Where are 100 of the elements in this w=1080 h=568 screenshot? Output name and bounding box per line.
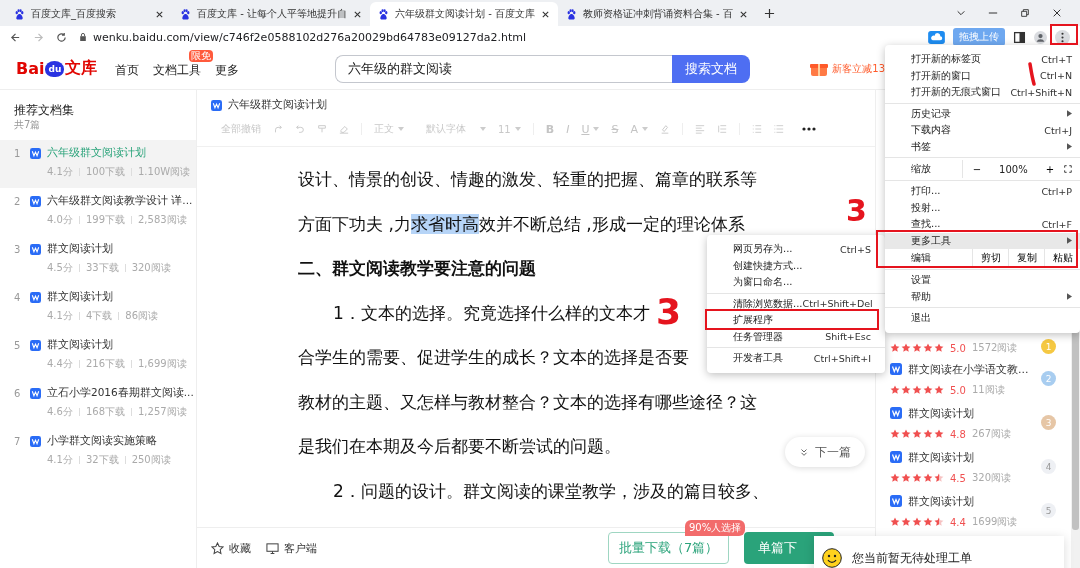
new-tab-icon[interactable]	[763, 8, 775, 19]
paragraph-line: 教材的主题、又怎样与教材整合？文本的选择有哪些途径？这	[298, 391, 757, 412]
document-list-item[interactable]: 2 六年级群文阅读教学设计 详... 4.0分 199下载 2,583阅读	[0, 188, 196, 236]
restore-icon[interactable]	[1020, 8, 1030, 18]
document-list-item[interactable]: 5 群文阅读计划 4.4分 216下载 1,699阅读	[0, 332, 196, 380]
browser-tab[interactable]: 百度文库_百度搜索	[6, 2, 172, 26]
star-icon	[923, 385, 933, 395]
menu-item[interactable]: 帮助	[885, 288, 1080, 305]
related-document-link[interactable]: 群文阅读计划	[908, 449, 974, 465]
rank-badge: 4	[1041, 459, 1056, 474]
nav-link[interactable]: 更多	[215, 62, 240, 77]
document-icon	[890, 495, 902, 507]
submenu-arrow-icon	[1067, 143, 1072, 151]
close-icon[interactable]	[540, 9, 550, 19]
smiley-icon	[822, 548, 842, 568]
star-icon	[923, 473, 933, 483]
star-icon	[912, 385, 922, 395]
search-field[interactable]: 六年级的群文阅读	[335, 54, 673, 83]
menu-item[interactable]: 投射...	[885, 199, 1080, 216]
menu-item[interactable]: 下载内容 Ctrl+J	[885, 122, 1080, 139]
rank-badge: 3	[1041, 415, 1056, 430]
close-icon[interactable]	[738, 9, 748, 19]
back-arrow-icon[interactable]	[10, 31, 21, 43]
star-icon	[890, 385, 900, 395]
menu-item[interactable]: 查找... Ctrl+F	[885, 216, 1080, 233]
address-field[interactable]: wenku.baidu.com/view/c746f2e0588102d276a20029bd64783e09127da2.html	[79, 27, 899, 47]
related-document-link[interactable]: 群文阅读计划	[908, 493, 974, 509]
document-list-item[interactable]: 6 立石小学2016春期群文阅读... 4.6分 168下载 1,257阅读	[0, 380, 196, 428]
profile-icon[interactable]	[1034, 30, 1047, 44]
document-list-item[interactable]: 4 群文阅读计划 4.1分 4下载 86阅读	[0, 284, 196, 332]
favorite-link[interactable]: 收藏	[229, 540, 251, 556]
close-icon[interactable]	[155, 9, 164, 19]
paw-icon	[565, 8, 577, 20]
menu-item[interactable]: 为窗口命名...	[707, 274, 885, 291]
menu-item[interactable]: 创建快捷方式...	[707, 257, 885, 274]
read-count: 320阅读	[971, 471, 1011, 485]
chevron-down-icon	[799, 447, 809, 457]
browser-tab[interactable]: 教师资格证冲刺背诵资料合集 - 百	[557, 2, 756, 26]
more-icon[interactable]	[801, 127, 816, 131]
menu-item[interactable]: 开发者工具 Ctrl+Shift+I	[707, 350, 885, 367]
menu-item[interactable]: 扩展程序	[707, 312, 885, 329]
document-list-item[interactable]: 3 群文阅读计划 4.5分 33下载 320阅读	[0, 236, 196, 284]
menu-item[interactable]: 打开新的窗口 Ctrl+N	[885, 67, 1080, 84]
logo-mark[interactable]: du	[45, 60, 65, 77]
menu-item[interactable]: 打印... Ctrl+P	[885, 183, 1080, 200]
browser-tab[interactable]: 百度文库 - 让每个人平等地提升自	[172, 2, 370, 26]
menu-item[interactable]: 设置	[885, 272, 1080, 289]
submenu-arrow-icon	[1067, 237, 1072, 245]
logo-text[interactable]: 文库	[65, 58, 98, 79]
menu-item[interactable]: 打开新的标签页 Ctrl+T	[885, 51, 1080, 68]
menu-icon[interactable]	[1055, 29, 1070, 45]
related-document-link[interactable]: 群文阅读在小学语文教...	[908, 361, 1029, 377]
menu-item[interactable]: 书签	[885, 138, 1080, 155]
read-count: 11阅读	[971, 383, 1005, 397]
document-list-item[interactable]: 7 小学群文阅读实施策略 4.1分 32下载 250阅读	[0, 428, 196, 476]
related-document-link[interactable]: 群文阅读计划	[908, 405, 974, 421]
nav-link[interactable]: 文档工具	[153, 62, 202, 77]
annotation-stroke	[1028, 62, 1036, 86]
rank-badge: 2	[1041, 371, 1056, 386]
close-icon[interactable]	[1052, 8, 1062, 18]
star-icon	[912, 343, 922, 353]
read-count: 1699阅读	[971, 515, 1018, 529]
menu-item[interactable]: 网页另存为... Ctrl+S	[707, 241, 885, 258]
menu-item[interactable]: 打开新的无痕式窗口 Ctrl+Shift+N	[885, 84, 1080, 101]
paw-icon	[377, 8, 389, 20]
nav-link[interactable]: 首页	[115, 62, 140, 77]
zoom-in-button[interactable]: +	[1035, 160, 1065, 178]
monitor-icon[interactable]	[266, 541, 279, 555]
search-button[interactable]: 搜索文档	[672, 54, 751, 83]
zoom-value: 100%	[998, 163, 1029, 175]
next-article-button[interactable]: 下一篇	[785, 437, 865, 467]
chevron-down-icon[interactable]	[956, 8, 966, 18]
star-icon	[934, 473, 944, 483]
star-outline-icon[interactable]	[211, 541, 224, 555]
paw-icon	[180, 8, 191, 20]
reload-icon[interactable]	[56, 31, 67, 43]
menu-item[interactable]: 任务管理器 Shift+Esc	[707, 328, 885, 345]
menu-item[interactable]: 清除浏览数据...Ctrl+Shift+Del	[707, 295, 885, 312]
read-count: 1572阅读	[971, 341, 1018, 355]
document-title: 六年级群文阅读计划	[228, 98, 327, 112]
menu-item[interactable]: 更多工具	[885, 232, 1080, 249]
paragraph-line: 方面下功夫 ,力求省时高效并不断总结 ,形成一定的理论体系	[298, 213, 745, 234]
document-icon	[30, 435, 41, 447]
popularity-badge: 90%人选择	[685, 520, 746, 536]
document-icon	[211, 99, 222, 111]
cloud-icon[interactable]	[928, 30, 945, 44]
browser-tab[interactable]: 六年级群文阅读计划 - 百度文库	[369, 2, 558, 26]
star-icon	[923, 343, 933, 353]
sidebar-icon[interactable]	[1013, 30, 1026, 44]
document-icon	[30, 339, 41, 351]
star-icon	[890, 343, 900, 353]
menu-item[interactable]: 退出	[885, 310, 1080, 327]
zoom-out-button[interactable]: −	[961, 160, 992, 178]
menu-label: 编辑	[911, 251, 932, 265]
logo-text[interactable]: Bai	[16, 59, 45, 78]
fullscreen-icon[interactable]	[1064, 164, 1072, 174]
client-link[interactable]: 客户端	[284, 540, 317, 556]
close-icon[interactable]	[352, 9, 362, 19]
document-icon	[890, 407, 902, 419]
menu-item[interactable]: 历史记录	[885, 105, 1080, 122]
